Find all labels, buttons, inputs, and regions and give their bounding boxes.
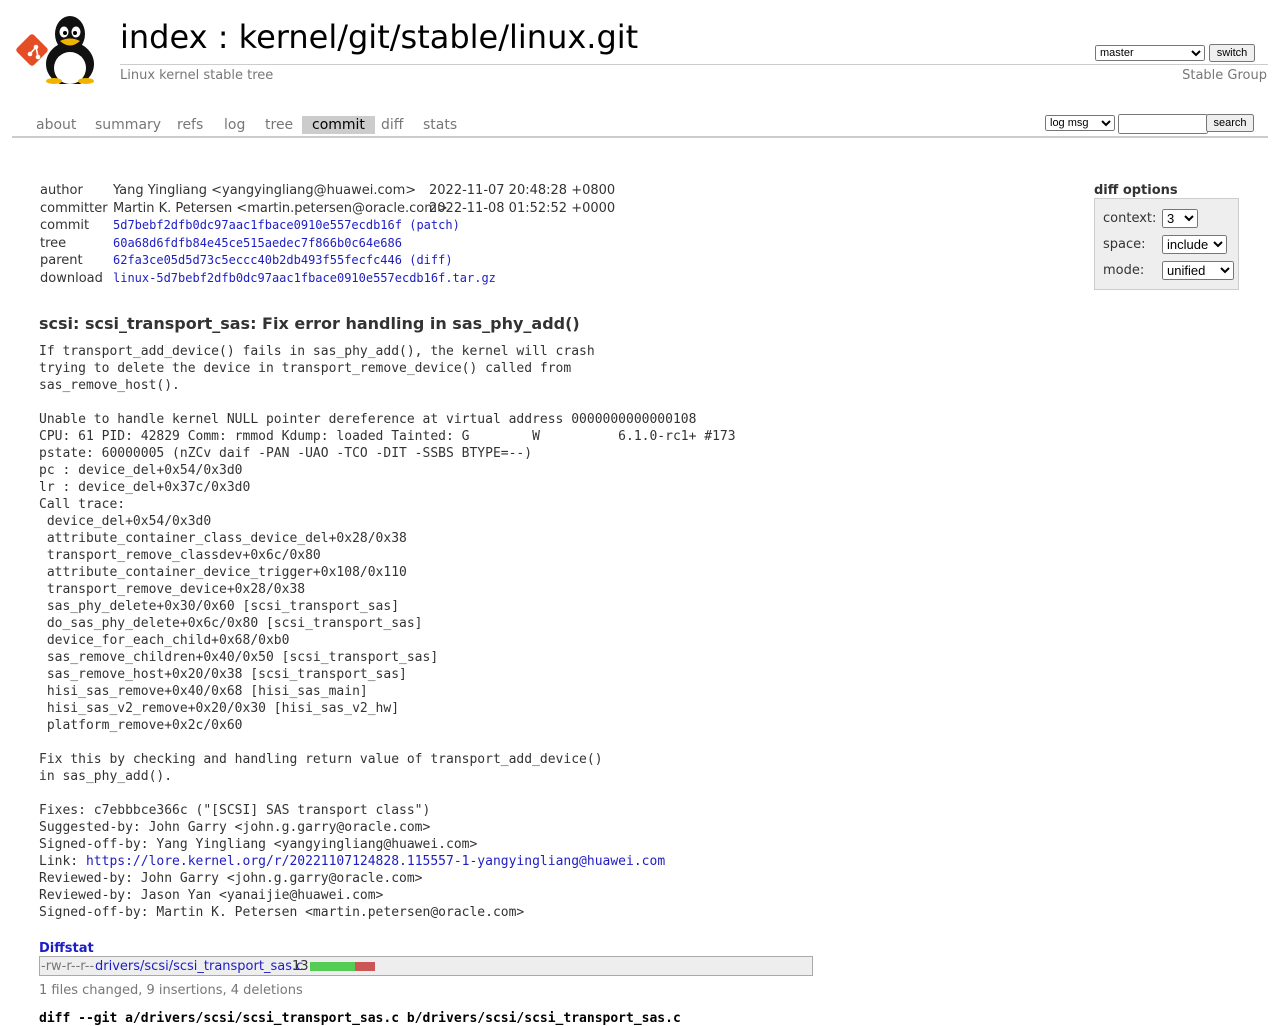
commit-hash-group: 5d7bebf2dfb0dc97aac1fbace0910e557ecdb16f… xyxy=(113,218,460,232)
change-graph xyxy=(310,962,375,971)
committer-date: 2022-11-08 01:52:52 +0000 xyxy=(429,200,616,216)
tab-tree[interactable]: tree xyxy=(255,116,303,134)
switch-button[interactable]: switch xyxy=(1209,44,1255,62)
download-label: download xyxy=(40,270,103,286)
author-value: Yang Yingliang <yangyingliang@huawei.com… xyxy=(113,183,417,198)
diffstat-table: -rw-r--r-- drivers/scsi/scsi_transport_s… xyxy=(39,956,813,976)
mode-select[interactable]: unified xyxy=(1162,261,1234,280)
space-label: space: xyxy=(1103,237,1146,252)
diff-options-panel: context: 3 space: include mode: unified xyxy=(1094,198,1239,290)
download-link[interactable]: linux-5d7bebf2dfb0dc97aac1fbace0910e557e… xyxy=(113,271,496,285)
search-mode-select[interactable]: log msg xyxy=(1045,115,1115,131)
tab-about[interactable]: about xyxy=(26,116,86,134)
commit-label: commit xyxy=(40,218,90,234)
tab-stats[interactable]: stats xyxy=(413,116,467,134)
committer-label: committer xyxy=(40,200,108,216)
tab-diff[interactable]: diff xyxy=(371,116,413,134)
tab-log[interactable]: log xyxy=(214,116,255,134)
download-group: linux-5d7bebf2dfb0dc97aac1fbace0910e557e… xyxy=(113,271,496,285)
tree-hash-link[interactable]: 60a68d6fdfb84e45ce515aedec7f866b0c64e686 xyxy=(113,236,402,250)
patch-link[interactable]: (patch) xyxy=(409,218,460,232)
insertions-bar xyxy=(310,962,355,971)
message-body: If transport_add_device() fails in sas_p… xyxy=(39,344,736,869)
diffstat-file-link[interactable]: drivers/scsi/scsi_transport_sas.c xyxy=(95,959,303,974)
committer-value: Martin K. Petersen <martin.petersen@orac… xyxy=(113,200,448,216)
parent-hash-link[interactable]: 62fa3ce05d5d73c5eccc40b2db493f55fecfc446 xyxy=(113,253,402,267)
parent-hash-group: 62fa3ce05d5d73c5eccc40b2db493f55fecfc446… xyxy=(113,253,453,267)
diff-options-title: diff options xyxy=(1094,183,1178,198)
lore-link[interactable]: https://lore.kernel.org/r/20221107124828… xyxy=(86,854,665,869)
parent-diff-link[interactable]: (diff) xyxy=(409,253,452,267)
commit-subject: scsi: scsi_transport_sas: Fix error hand… xyxy=(39,314,580,333)
repo-owner: Stable Group xyxy=(1182,68,1267,83)
search-input[interactable] xyxy=(1118,114,1208,134)
header-divider xyxy=(120,64,1268,65)
tree-label: tree xyxy=(40,235,67,251)
commit-message: If transport_add_device() fails in sas_p… xyxy=(39,343,736,921)
page-title[interactable]: index : kernel/git/stable/linux.git xyxy=(120,18,638,56)
author-label: author xyxy=(40,183,83,198)
search-button[interactable]: search xyxy=(1206,114,1254,132)
repo-description: Linux kernel stable tree xyxy=(120,68,274,83)
file-mode: -rw-r--r-- xyxy=(41,959,95,974)
commit-hash-link[interactable]: 5d7bebf2dfb0dc97aac1fbace0910e557ecdb16f xyxy=(113,218,402,232)
author-date: 2022-11-07 20:48:28 +0800 xyxy=(429,183,616,198)
tab-summary[interactable]: summary xyxy=(85,116,171,134)
tab-refs[interactable]: refs xyxy=(167,116,213,134)
deletions-bar xyxy=(355,962,375,971)
parent-label: parent xyxy=(40,253,83,269)
context-label: context: xyxy=(1103,211,1157,226)
branch-select[interactable]: master xyxy=(1095,45,1205,61)
message-trailers: Reviewed-by: John Garry <john.g.garry@or… xyxy=(39,871,525,920)
change-count: 13 xyxy=(292,959,309,974)
diffstat-header-link[interactable]: Diffstat xyxy=(39,941,94,956)
context-select[interactable]: 3 xyxy=(1162,209,1198,228)
space-select[interactable]: include xyxy=(1162,235,1227,254)
tree-hash-group: 60a68d6fdfb84e45ce515aedec7f866b0c64e686 xyxy=(113,236,402,250)
mode-label: mode: xyxy=(1103,263,1145,278)
logo-icon[interactable] xyxy=(14,12,110,84)
diffstat-summary: 1 files changed, 9 insertions, 4 deletio… xyxy=(39,983,303,998)
tab-commit[interactable]: commit xyxy=(302,116,375,134)
